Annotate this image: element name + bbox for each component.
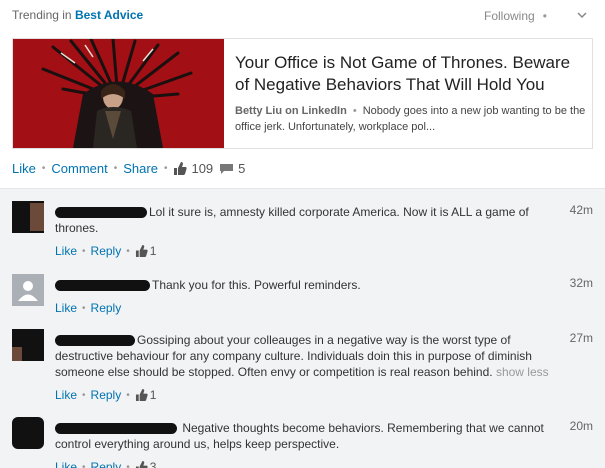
redacted-author-name — [55, 207, 147, 219]
article-thumbnail[interactable] — [13, 39, 224, 148]
default-avatar-icon[interactable] — [12, 274, 44, 306]
category-link[interactable]: Best Advice — [75, 8, 143, 22]
thumbs-up-icon — [135, 461, 148, 468]
trending-label: Trending in Best Advice — [12, 8, 143, 22]
following-button[interactable]: Following • — [484, 9, 555, 23]
likes-count[interactable]: 109 — [191, 161, 213, 176]
chevron-down-icon[interactable] — [577, 10, 587, 20]
comment-text: Negative thoughts become behaviors. Reme… — [55, 420, 555, 452]
thumbs-up-icon — [135, 389, 148, 401]
article-author[interactable]: Betty Liu on LinkedIn — [235, 105, 347, 117]
comment-like-button[interactable]: Like — [55, 244, 77, 258]
avatar[interactable] — [12, 417, 44, 449]
comment-body: Thank you for this. Powerful reminders. — [152, 278, 361, 292]
show-less-link[interactable]: show less — [496, 365, 549, 379]
article-card[interactable]: Your Office is Not Game of Thrones. Bewa… — [12, 38, 593, 149]
comment-like-button[interactable]: Like — [55, 460, 77, 468]
comment-time: 20m — [569, 419, 593, 433]
comment-button[interactable]: Comment — [51, 161, 107, 176]
thumbs-up-icon — [174, 162, 188, 175]
comment-like-button[interactable]: Like — [55, 388, 77, 402]
avatar[interactable] — [12, 201, 44, 233]
following-dot: • — [542, 9, 547, 23]
comment-reply-button[interactable]: Reply — [91, 301, 122, 315]
comment-likes-count[interactable]: 1 — [150, 388, 157, 402]
comment-actions: Like • Reply — [55, 301, 121, 315]
comment-bubble-icon — [220, 163, 234, 174]
action-separator: • — [41, 163, 46, 174]
comment-likes-count[interactable]: 1 — [150, 244, 157, 258]
share-button[interactable]: Share — [123, 161, 158, 176]
comment-actions: Like • Reply • 1 — [55, 244, 156, 258]
following-label: Following — [484, 9, 535, 23]
comment-reply-button[interactable]: Reply — [91, 388, 122, 402]
action-separator: • — [82, 245, 86, 257]
action-separator: • — [163, 163, 168, 174]
action-separator: • — [126, 245, 130, 257]
comment-text: Lol it sure is, amnesty killed corporate… — [55, 204, 555, 236]
feed-header: Trending in Best Advice Following • — [0, 0, 605, 32]
post-actions: Like • Comment • Share • 109 5 — [12, 161, 245, 176]
comment-time: 42m — [569, 203, 593, 217]
like-button[interactable]: Like — [12, 161, 36, 176]
action-separator: • — [82, 461, 86, 468]
avatar[interactable] — [12, 329, 44, 361]
comment-text: Gossiping about your colleauges in a neg… — [55, 332, 555, 380]
article-byline: Betty Liu on LinkedIn • Nobody goes into a… — [235, 103, 587, 135]
byline-separator: • — [352, 105, 357, 117]
comment-likes-count[interactable]: 3 — [150, 460, 157, 468]
redacted-author-name — [55, 423, 177, 435]
action-separator: • — [126, 461, 130, 468]
trending-prefix: Trending in — [12, 8, 72, 22]
thumbs-up-icon — [135, 245, 148, 257]
article-title[interactable]: Your Office is Not Game of Thrones. Bewa… — [235, 52, 587, 96]
action-separator: • — [113, 163, 118, 174]
comment-text: Thank you for this. Powerful reminders. — [55, 277, 555, 293]
redacted-author-name — [55, 280, 150, 292]
comment-actions: Like • Reply • 3 — [55, 460, 156, 468]
comment-actions: Like • Reply • 1 — [55, 388, 156, 402]
comments-section: Lol it sure is, amnesty killed corporate… — [0, 188, 605, 468]
comment-like-button[interactable]: Like — [55, 301, 77, 315]
comment-time: 32m — [569, 276, 593, 290]
comment-reply-button[interactable]: Reply — [91, 460, 122, 468]
redacted-author-name — [55, 335, 135, 347]
action-separator: • — [82, 389, 86, 401]
comment-time: 27m — [569, 331, 593, 345]
action-separator: • — [126, 389, 130, 401]
comments-count[interactable]: 5 — [238, 161, 245, 176]
comment-reply-button[interactable]: Reply — [91, 244, 122, 258]
action-separator: • — [82, 302, 86, 314]
